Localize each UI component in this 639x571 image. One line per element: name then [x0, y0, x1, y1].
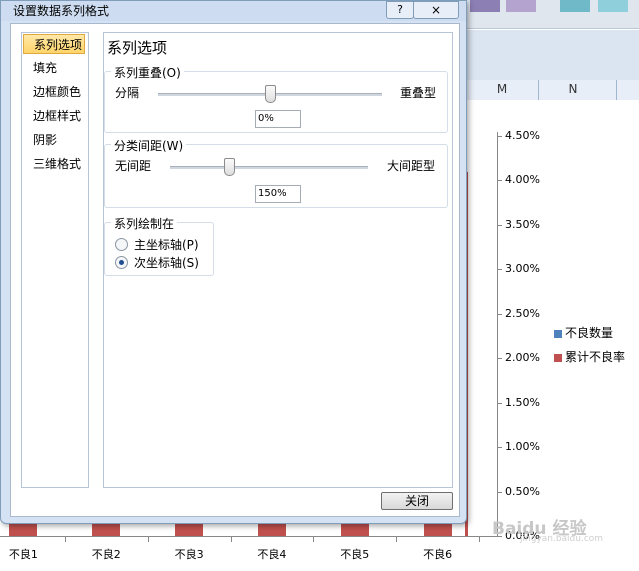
y-axis-tick-label: 0.50% [505, 484, 540, 498]
sidebar-item-border-color[interactable]: 边框颜色 [23, 82, 85, 102]
column-header-n[interactable]: N [563, 82, 583, 96]
gap-width-group: 分类间距(W) 无间距 大间距型 150% [104, 137, 448, 208]
overlap-slider-thumb[interactable] [265, 85, 276, 103]
chart-bar-cumulative-rate[interactable] [340, 522, 369, 536]
legend-swatch [554, 353, 562, 362]
overlap-min-label: 分隔 [115, 86, 140, 100]
y-axis-tick-mark [497, 491, 502, 493]
y-axis-tick-label: 2.00% [505, 351, 540, 365]
close-window-button[interactable]: × [413, 1, 459, 19]
x-axis-category-label: 不良6 [423, 548, 453, 561]
y-axis-tick-label: 2.50% [505, 306, 540, 320]
legend-label: 累计不良率 [565, 350, 626, 364]
sidebar-item-label: 边框颜色 [33, 85, 82, 99]
legend-swatch [554, 329, 562, 338]
primary-axis-radio[interactable] [115, 238, 128, 251]
chart-bar-cumulative-rate[interactable] [9, 522, 38, 536]
dialog-titlebar[interactable]: 设置数据系列格式 ? × [1, 1, 466, 21]
y-axis-tick-mark [497, 136, 502, 137]
ribbon-style-swatch[interactable] [470, 0, 500, 12]
overlap-max-label: 重叠型 [400, 86, 437, 100]
y-axis-tick-label: 4.00% [505, 173, 540, 187]
y-axis-tick-mark [497, 313, 502, 315]
sidebar-item-label: 填充 [33, 61, 58, 75]
chart-bar-cumulative-rate[interactable] [257, 522, 286, 536]
secondary-axis-label[interactable]: 次坐标轴(S) [134, 254, 199, 271]
x-axis-tick-mark [479, 536, 480, 542]
y-axis-tick-mark [497, 447, 502, 449]
x-axis-category-label: 不良3 [174, 548, 204, 561]
ribbon-style-swatch[interactable] [506, 0, 536, 12]
x-axis-category-label: 不良1 [8, 548, 38, 561]
plot-series-on-legend: 系列绘制在 [111, 215, 178, 232]
series-overlap-legend: 系列重叠(O) [111, 64, 184, 81]
legend-item-cumulative-rate[interactable]: 累计不良率 [554, 348, 625, 365]
chart-bar-cumulative-rate[interactable] [423, 522, 452, 536]
sidebar-item-label: 阴影 [33, 133, 58, 147]
chart-bar-cumulative-rate[interactable] [92, 522, 121, 536]
y-axis-tick-label: 4.50% [505, 129, 540, 142]
gap-max-label: 大间距型 [387, 159, 436, 173]
y-axis-tick-label: 1.00% [505, 440, 540, 454]
ribbon-style-swatch[interactable] [598, 0, 628, 12]
column-header-m[interactable]: M [492, 82, 512, 96]
y-axis-tick-label: 3.00% [505, 262, 540, 276]
plot-series-on-group: 系列绘制在 主坐标轴(P) 次坐标轴(S) [104, 215, 214, 276]
gap-width-slider-thumb[interactable] [224, 158, 236, 176]
chart-bar-cumulative-rate[interactable] [175, 522, 204, 536]
sidebar-item-series-options[interactable]: 系列选项 [23, 34, 85, 54]
x-axis-category-label: 不良5 [340, 548, 370, 561]
x-axis[interactable] [0, 536, 497, 537]
sidebar-item-3d-format[interactable]: 三维格式 [23, 154, 85, 174]
gap-width-value-input[interactable]: 150% [255, 185, 301, 203]
dialog-body: 系列选项 填充 边框颜色 边框样式 阴影 三维格式 系列选项 系列重叠(O) 分… [10, 23, 460, 517]
x-axis-tick-mark [231, 536, 232, 542]
column-header: M N [466, 80, 639, 101]
ribbon-style-swatch[interactable] [560, 0, 590, 12]
help-button[interactable]: ? [386, 1, 414, 19]
x-axis-tick-mark [148, 536, 149, 542]
x-axis-tick-mark [396, 536, 397, 542]
column-separator[interactable] [538, 80, 539, 100]
primary-axis-label[interactable]: 主坐标轴(P) [134, 236, 199, 253]
category-sidebar: 系列选项 填充 边框颜色 边框样式 阴影 三维格式 [21, 32, 89, 488]
x-axis-tick-mark [65, 536, 66, 542]
format-data-series-dialog: 设置数据系列格式 ? × 系列选项 填充 边框颜色 边框样式 阴影 三维格式 系… [0, 0, 467, 524]
gap-min-label: 无间距 [115, 159, 152, 173]
y-axis-tick-mark [497, 269, 502, 271]
sidebar-item-label: 边框样式 [33, 109, 82, 123]
y-axis-tick-label: 1.50% [505, 395, 540, 409]
x-axis-category-label: 不良4 [257, 548, 287, 561]
sidebar-item-label: 三维格式 [33, 157, 82, 171]
column-separator[interactable] [616, 80, 617, 100]
legend-label: 不良数量 [565, 326, 614, 340]
series-overlap-group: 系列重叠(O) 分隔 重叠型 0% [104, 64, 448, 133]
x-axis-tick-mark [313, 536, 314, 542]
secondary-y-axis[interactable] [497, 132, 498, 536]
y-axis-tick-label: 3.50% [505, 217, 540, 231]
sidebar-item-shadow[interactable]: 阴影 [23, 130, 85, 150]
sidebar-item-fill[interactable]: 填充 [23, 58, 85, 78]
overlap-value-input[interactable]: 0% [255, 110, 301, 128]
sidebar-item-border-style[interactable]: 边框样式 [23, 106, 85, 126]
panel-heading: 系列选项 [107, 39, 168, 57]
series-options-panel: 系列选项 系列重叠(O) 分隔 重叠型 0% 分类间距(W) 无间距 大间距型 … [103, 32, 453, 488]
y-axis-tick-mark [497, 402, 502, 404]
dialog-title: 设置数据系列格式 [13, 4, 110, 18]
baidu-watermark-url: jingyan.baidu.com [520, 534, 604, 544]
secondary-axis-radio[interactable] [115, 256, 128, 269]
gap-width-slider-track[interactable] [170, 166, 368, 169]
gap-width-legend: 分类间距(W) [111, 137, 187, 154]
sidebar-item-label: 系列选项 [34, 38, 83, 52]
y-axis-tick-mark [497, 180, 502, 182]
x-axis-category-label: 不良2 [91, 548, 121, 561]
close-button[interactable]: 关闭 [381, 492, 453, 510]
y-axis-tick-mark [497, 224, 502, 226]
legend-item-count[interactable]: 不良数量 [554, 324, 613, 341]
y-axis-tick-mark [497, 358, 502, 360]
